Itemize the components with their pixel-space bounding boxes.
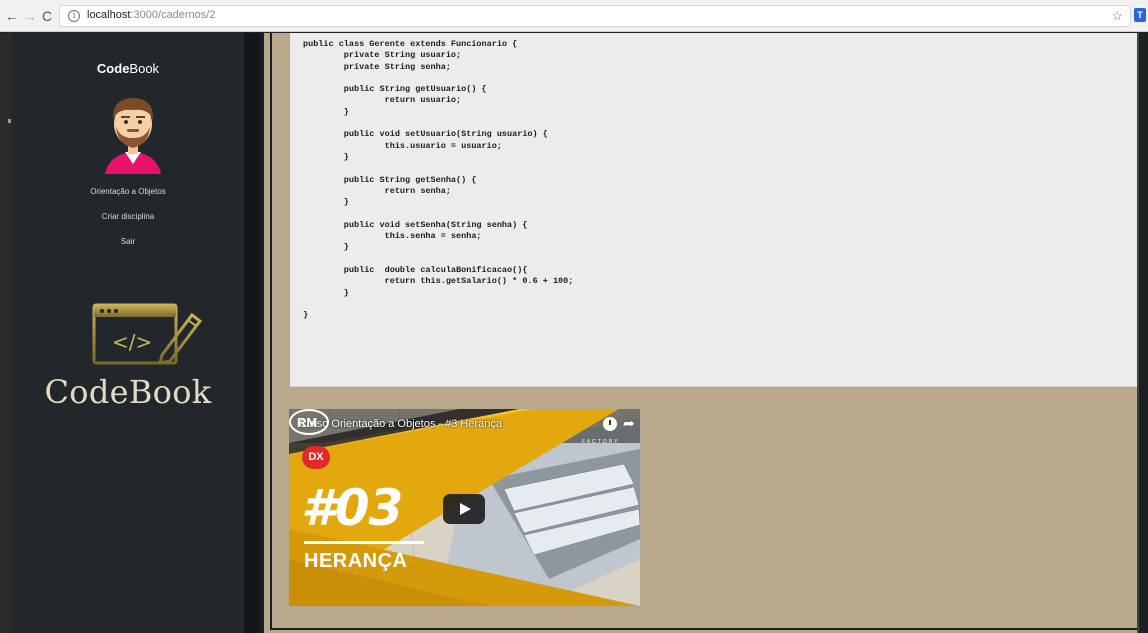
forward-arrow-icon[interactable]: → (23, 8, 37, 24)
notebook-panel: public class Gerente extends Funcionario… (270, 33, 1141, 630)
dx-badge: DX (302, 446, 330, 469)
video-title[interactable]: Curso Orientação a Objetos - #3 Herança (299, 418, 502, 430)
play-button[interactable] (443, 494, 485, 524)
browser-toolbar: ← → C i localhost:3000/cadernos/2 ☆ T (0, 0, 1148, 32)
code-text: public class Gerente extends Funcionario… (303, 39, 574, 321)
episode-number: #03 (301, 479, 403, 537)
window-edge (0, 33, 12, 633)
main-content: public class Gerente extends Funcionario… (260, 33, 1148, 633)
menu-item-sair[interactable]: Sair (12, 235, 244, 260)
address-bar[interactable]: i localhost:3000/cadernos/2 ☆ (59, 5, 1131, 27)
channel-factory-text: FACTORY (582, 439, 620, 445)
bookmark-star-icon[interactable]: ☆ (1111, 8, 1123, 24)
logo-text: CodeBook (44, 373, 212, 411)
url-path: :3000/cadernos/2 (130, 9, 216, 21)
avatar (105, 98, 161, 174)
reload-icon[interactable]: C (40, 8, 54, 24)
code-window-logo-icon: </> (92, 303, 203, 365)
code-block: public class Gerente extends Funcionario… (290, 33, 1139, 387)
episode-underline (304, 541, 424, 544)
back-arrow-icon[interactable]: ← (5, 8, 19, 24)
translate-extension-icon[interactable]: T (1134, 8, 1146, 22)
brand-title: CodeBook (12, 61, 244, 76)
channel-logo-icon: RM (289, 409, 329, 435)
menu-item-criar-disciplina[interactable]: Criar disciplina (12, 210, 244, 235)
edge-marker (8, 119, 11, 123)
sidebar-menu: Orientação a Objetos Criar disciplina Sa… (12, 185, 244, 260)
url-text[interactable]: localhost:3000/cadernos/2 (87, 9, 215, 21)
share-arrow-icon[interactable]: ➦ (623, 415, 635, 432)
url-host: localhost (87, 9, 131, 21)
channel-logo-text: RM (297, 415, 317, 430)
watch-later-clock-icon[interactable] (603, 417, 617, 431)
brand-rest: Book (129, 61, 160, 76)
sidebar-divider (244, 33, 260, 633)
right-edge (1139, 33, 1148, 633)
menu-item-orientacao-objetos[interactable]: Orientação a Objetos (12, 185, 244, 210)
sidebar: CodeBook Orientação a Objetos Criar disc… (12, 33, 244, 633)
brand-bold: Code (96, 61, 130, 76)
video-embed[interactable]: Curso Orientação a Objetos - #3 Herança … (289, 409, 640, 606)
video-subtitle: HERANÇA (304, 550, 408, 572)
info-icon[interactable]: i (68, 10, 80, 22)
code-symbol: </> (112, 330, 152, 354)
